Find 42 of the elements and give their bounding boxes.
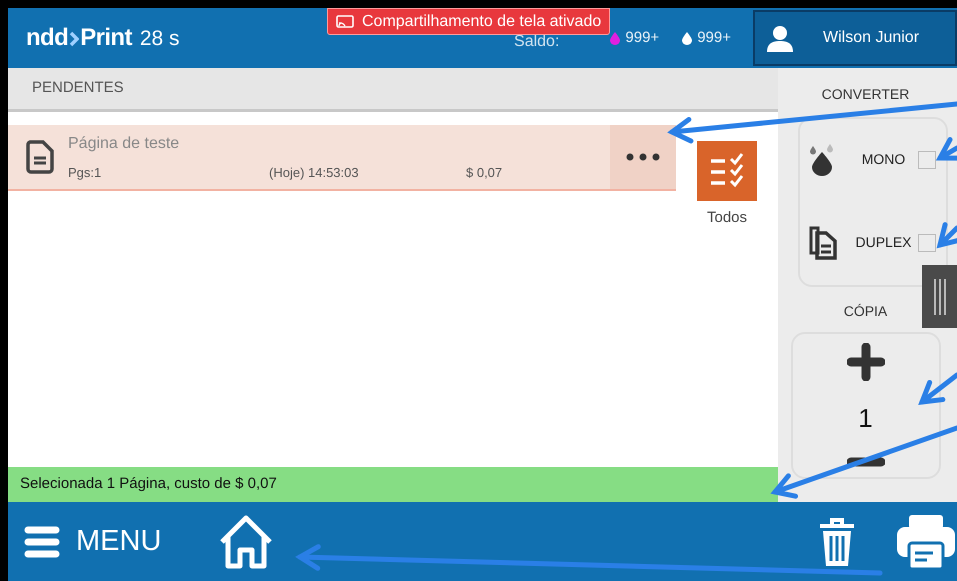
more-button[interactable] <box>610 125 676 189</box>
user-button[interactable]: Wilson Junior <box>753 10 957 66</box>
job-name: Página de teste <box>68 134 180 154</box>
sharing-banner: Compartilhamento de tela ativado <box>327 8 610 35</box>
option-checkbox[interactable] <box>918 150 936 168</box>
logo: ndd Print <box>26 23 132 53</box>
option-checkbox[interactable] <box>918 234 936 252</box>
select-all-label: Todos <box>706 208 748 228</box>
duplex-pages-icon <box>808 224 838 260</box>
more-icon <box>626 153 660 161</box>
balance-label: Saldo: <box>514 32 560 52</box>
grip-icon <box>932 276 946 316</box>
job-pages: Pgs:1 <box>68 164 102 182</box>
copies-count: 1 <box>858 402 873 435</box>
job-cost: $ 0,07 <box>466 164 502 182</box>
panel-handle[interactable] <box>922 265 957 328</box>
chevron-icon <box>69 30 80 47</box>
printer-icon[interactable] <box>895 512 957 570</box>
copies-title: CÓPIA <box>844 302 888 321</box>
cast-icon <box>336 14 354 28</box>
trash-icon[interactable] <box>817 516 857 568</box>
user-icon <box>765 23 795 53</box>
menu-button[interactable]: MENU <box>8 520 218 564</box>
job-row[interactable]: Página de teste Pgs:1 (Hoje) 14:53:03 $ 0,07 <box>8 125 676 191</box>
menu-icon <box>24 524 60 558</box>
option-label: DUPLEX <box>854 233 913 252</box>
annotation-arrow <box>918 372 957 405</box>
balance-value: 999+ <box>697 28 731 48</box>
section-title: PENDENTES <box>32 78 124 98</box>
option-label: MONO <box>860 150 906 169</box>
balance-value: 999+ <box>625 28 660 48</box>
panel-title: CONVERTER <box>822 85 910 104</box>
job-time: (Hoje) 14:53:03 <box>269 164 360 182</box>
timer: 28 s <box>140 26 180 52</box>
select-all-button[interactable] <box>697 141 757 201</box>
status-bar: Selecionada 1 Página, custo de $ 0,07 <box>8 467 778 502</box>
annotation-arrow <box>936 222 957 248</box>
plus-icon[interactable] <box>846 343 884 381</box>
document-icon <box>26 140 54 174</box>
home-icon[interactable] <box>218 514 274 570</box>
ink-drops-icon <box>808 144 834 176</box>
minus-icon[interactable] <box>846 456 884 468</box>
